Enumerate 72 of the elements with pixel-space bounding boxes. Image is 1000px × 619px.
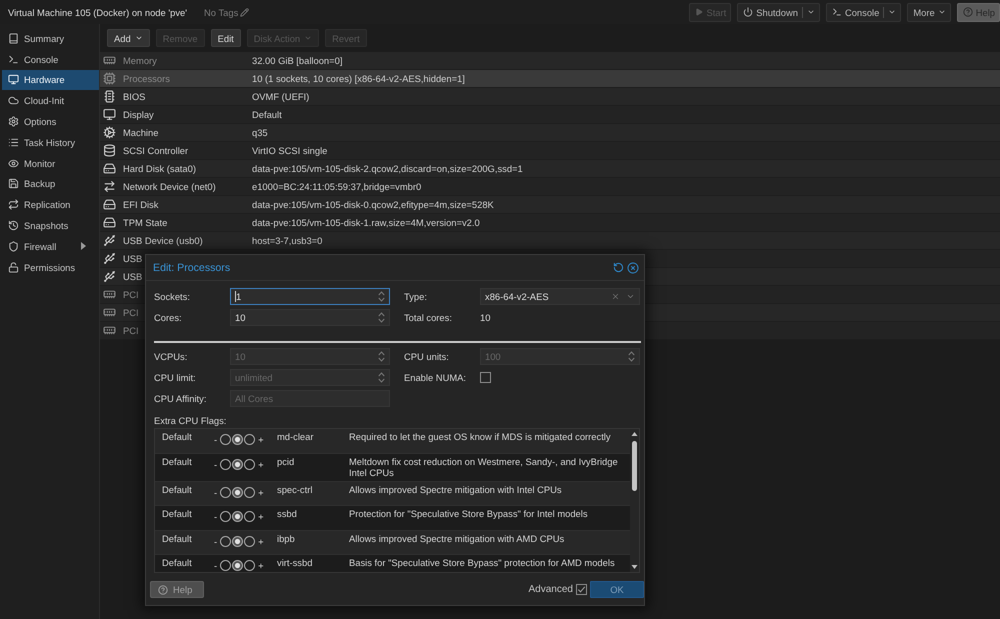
hardware-name: EFI Disk (123, 199, 158, 210)
flag-name: ssbd (277, 508, 298, 520)
minus-label: - (214, 511, 218, 522)
minus-label: - (214, 458, 218, 470)
hardware-value: Default (252, 109, 282, 120)
hardware-value: OVMF (UEFI) (252, 91, 310, 102)
field-label: Cores: (154, 312, 183, 323)
hardware-value: data-pve:105/vm-105-disk-0.qcow2,efitype=4m,size=528K (252, 199, 494, 210)
field-label: Sockets: (154, 291, 191, 302)
flag-name: virt-ssbd (277, 557, 314, 568)
hardware-name: TPM State (123, 217, 168, 228)
plus-label: + (258, 536, 264, 546)
hardware-value: 32.00 GiB [balloon=0] (252, 55, 342, 66)
flag-name: md-clear (277, 431, 314, 442)
flag-state-label: Default (162, 431, 193, 442)
hardware-name: Display (123, 109, 154, 120)
window-title: Virtual Machine 105 (Docker) on node 'pve' (8, 6, 188, 18)
hardware-name: BIOS (123, 91, 146, 102)
flag-state-label: Default (162, 484, 193, 495)
hardware-value: 10 (1 sockets, 10 cores) [x86-64-v2-AES,hidden=1] (252, 73, 465, 84)
plus-label: + (258, 511, 264, 522)
plus-label: + (258, 486, 264, 498)
hardware-name: PCI (123, 307, 139, 318)
flag-description: Allows improved Spectre mitigation with Intel CPUs (349, 484, 563, 495)
flag-state-label: Default (162, 456, 193, 467)
flag-state-label: Default (162, 557, 193, 568)
minus-label: - (214, 486, 218, 498)
hardware-name: USB (123, 253, 142, 264)
hardware-name: Hard Disk (sata0) (123, 163, 196, 174)
advanced-label: Advanced (528, 584, 573, 595)
flag-description: Required to let the guest OS know if MDS is mitigated correctly (349, 431, 612, 442)
flag-state-label: Default (162, 532, 193, 544)
hardware-name: USB (123, 271, 142, 282)
field-value: 10 (480, 312, 490, 323)
flag-name: ibpb (277, 532, 296, 544)
hardware-value: VirtIO SCSI single (252, 145, 328, 156)
flag-name: pcid (277, 456, 296, 467)
plus-label: + (258, 560, 264, 571)
plus-label: + (258, 458, 264, 470)
hardware-name: Network Device (net0) (123, 181, 216, 192)
hardware-name: Memory (123, 55, 157, 66)
hardware-value: data-pve:105/vm-105-disk-1.raw,size=4M,version=v2.0 (252, 217, 480, 228)
field-label: CPU Affinity: (154, 393, 208, 404)
field-label: Total cores: (404, 312, 453, 323)
dialog-title: Edit: Processors (153, 262, 230, 274)
flag-name: spec-ctrl (277, 484, 314, 495)
hardware-value: e1000=BC:24:11:05:59:37,bridge=vmbr0 (252, 181, 422, 192)
field-label: VCPUs: (154, 351, 188, 362)
flag-description: Meltdown fix cost reduction on Westmere, Sandy-, and IvyBridge Intel CPUs (349, 456, 619, 478)
field-label: CPU limit: (154, 372, 197, 383)
hardware-name: PCI (123, 289, 139, 300)
hardware-name: Processors (123, 73, 170, 84)
flag-state-label: Default (162, 508, 193, 520)
hardware-name: PCI (123, 325, 139, 336)
minus-label: - (214, 560, 218, 571)
minus-label: - (214, 434, 218, 445)
plus-label: + (258, 434, 264, 445)
minus-label: - (214, 536, 218, 546)
hardware-name: USB Device (usb0) (123, 235, 203, 246)
hardware-value: host=3-7,usb3=0 (252, 235, 322, 246)
field-label: Enable NUMA: (404, 372, 468, 383)
hardware-name: SCSI Controller (123, 145, 188, 156)
field-label: Type: (404, 291, 428, 302)
hardware-value: q35 (252, 127, 268, 138)
hardware-value: data-pve:105/vm-105-disk-2.qcow2,discard=on,size=200G,ssd=1 (252, 163, 523, 174)
flag-description: Protection for "Speculative Store Bypass" for Intel models (349, 508, 589, 520)
section-label: Extra CPU Flags: (154, 415, 228, 427)
field-label: CPU units: (404, 351, 450, 362)
flag-description: Basis for "Speculative Store Bypass" protection for AMD models (349, 557, 616, 568)
tags-label: No Tags (204, 6, 238, 18)
hardware-name: Machine (123, 127, 158, 138)
flag-description: Allows improved Spectre mitigation with AMD CPUs (349, 532, 566, 544)
